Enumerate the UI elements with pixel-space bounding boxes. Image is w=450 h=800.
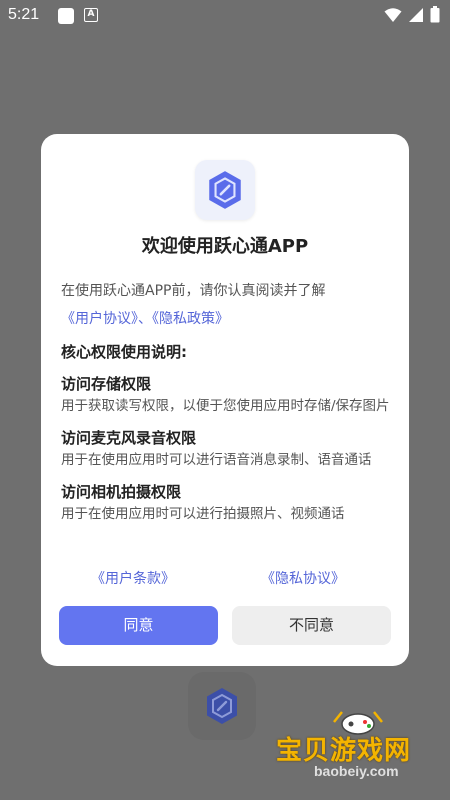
link-separator: 、 (138, 311, 152, 327)
status-icons (384, 6, 440, 23)
notification-app-icon (58, 8, 74, 24)
background-app-icon (188, 672, 256, 740)
watermark: 宝贝游戏网 baobeiy.com (268, 708, 448, 798)
user-agreement-link[interactable]: 《用户协议》 (61, 311, 138, 327)
permission-title: 访问麦克风录音权限 (61, 429, 197, 447)
signal-icon (409, 7, 423, 22)
watermark-title: 宝贝游戏网 (276, 736, 412, 766)
notification-badge-icon: A (84, 8, 98, 22)
privacy-agreement-link[interactable]: 《隐私协议》 (261, 568, 345, 588)
user-terms-link[interactable]: 《用户条款》 (91, 568, 175, 588)
disagree-button[interactable]: 不同意 (232, 606, 391, 645)
agreement-links: 《用户协议》、《隐私政策》 (61, 307, 393, 331)
permission-title: 访问相机拍摄权限 (61, 483, 182, 501)
wifi-icon (384, 7, 402, 22)
footer-links: 《用户条款》 《隐私协议》 (41, 566, 409, 590)
permission-desc: 用于在使用应用时可以进行拍摄照片、视频通话 (61, 506, 345, 522)
section-heading: 核心权限使用说明: (61, 343, 187, 361)
dialog-content[interactable]: 在使用跃心通APP前，请你认真阅读并了解 《用户协议》、《隐私政策》 核心权限使… (61, 279, 393, 547)
permission-title: 访问存储权限 (61, 375, 152, 393)
permission-desc: 用于获取读写权限，以便于您使用应用时存储/保存图片 (61, 398, 390, 414)
permission-desc: 用于在使用应用时可以进行语音消息录制、语音通话 (61, 452, 372, 468)
dialog-title: 欢迎使用跃心通APP (141, 236, 309, 257)
agree-button[interactable]: 同意 (59, 606, 218, 645)
battery-icon (430, 6, 440, 23)
app-logo (195, 160, 255, 220)
shield-icon (209, 171, 241, 209)
privacy-policy-link[interactable]: 《隐私政策》 (152, 311, 229, 327)
watermark-url: baobeiy.com (314, 763, 399, 779)
intro-text: 在使用跃心通APP前，请你认真阅读并了解 (61, 283, 326, 299)
privacy-dialog: 欢迎使用跃心通APP 在使用跃心通APP前，请你认真阅读并了解 《用户协议》、《… (41, 134, 409, 666)
status-time: 5:21 (8, 6, 40, 23)
status-bar: 5:21 A (0, 0, 450, 32)
shield-icon (207, 688, 237, 724)
